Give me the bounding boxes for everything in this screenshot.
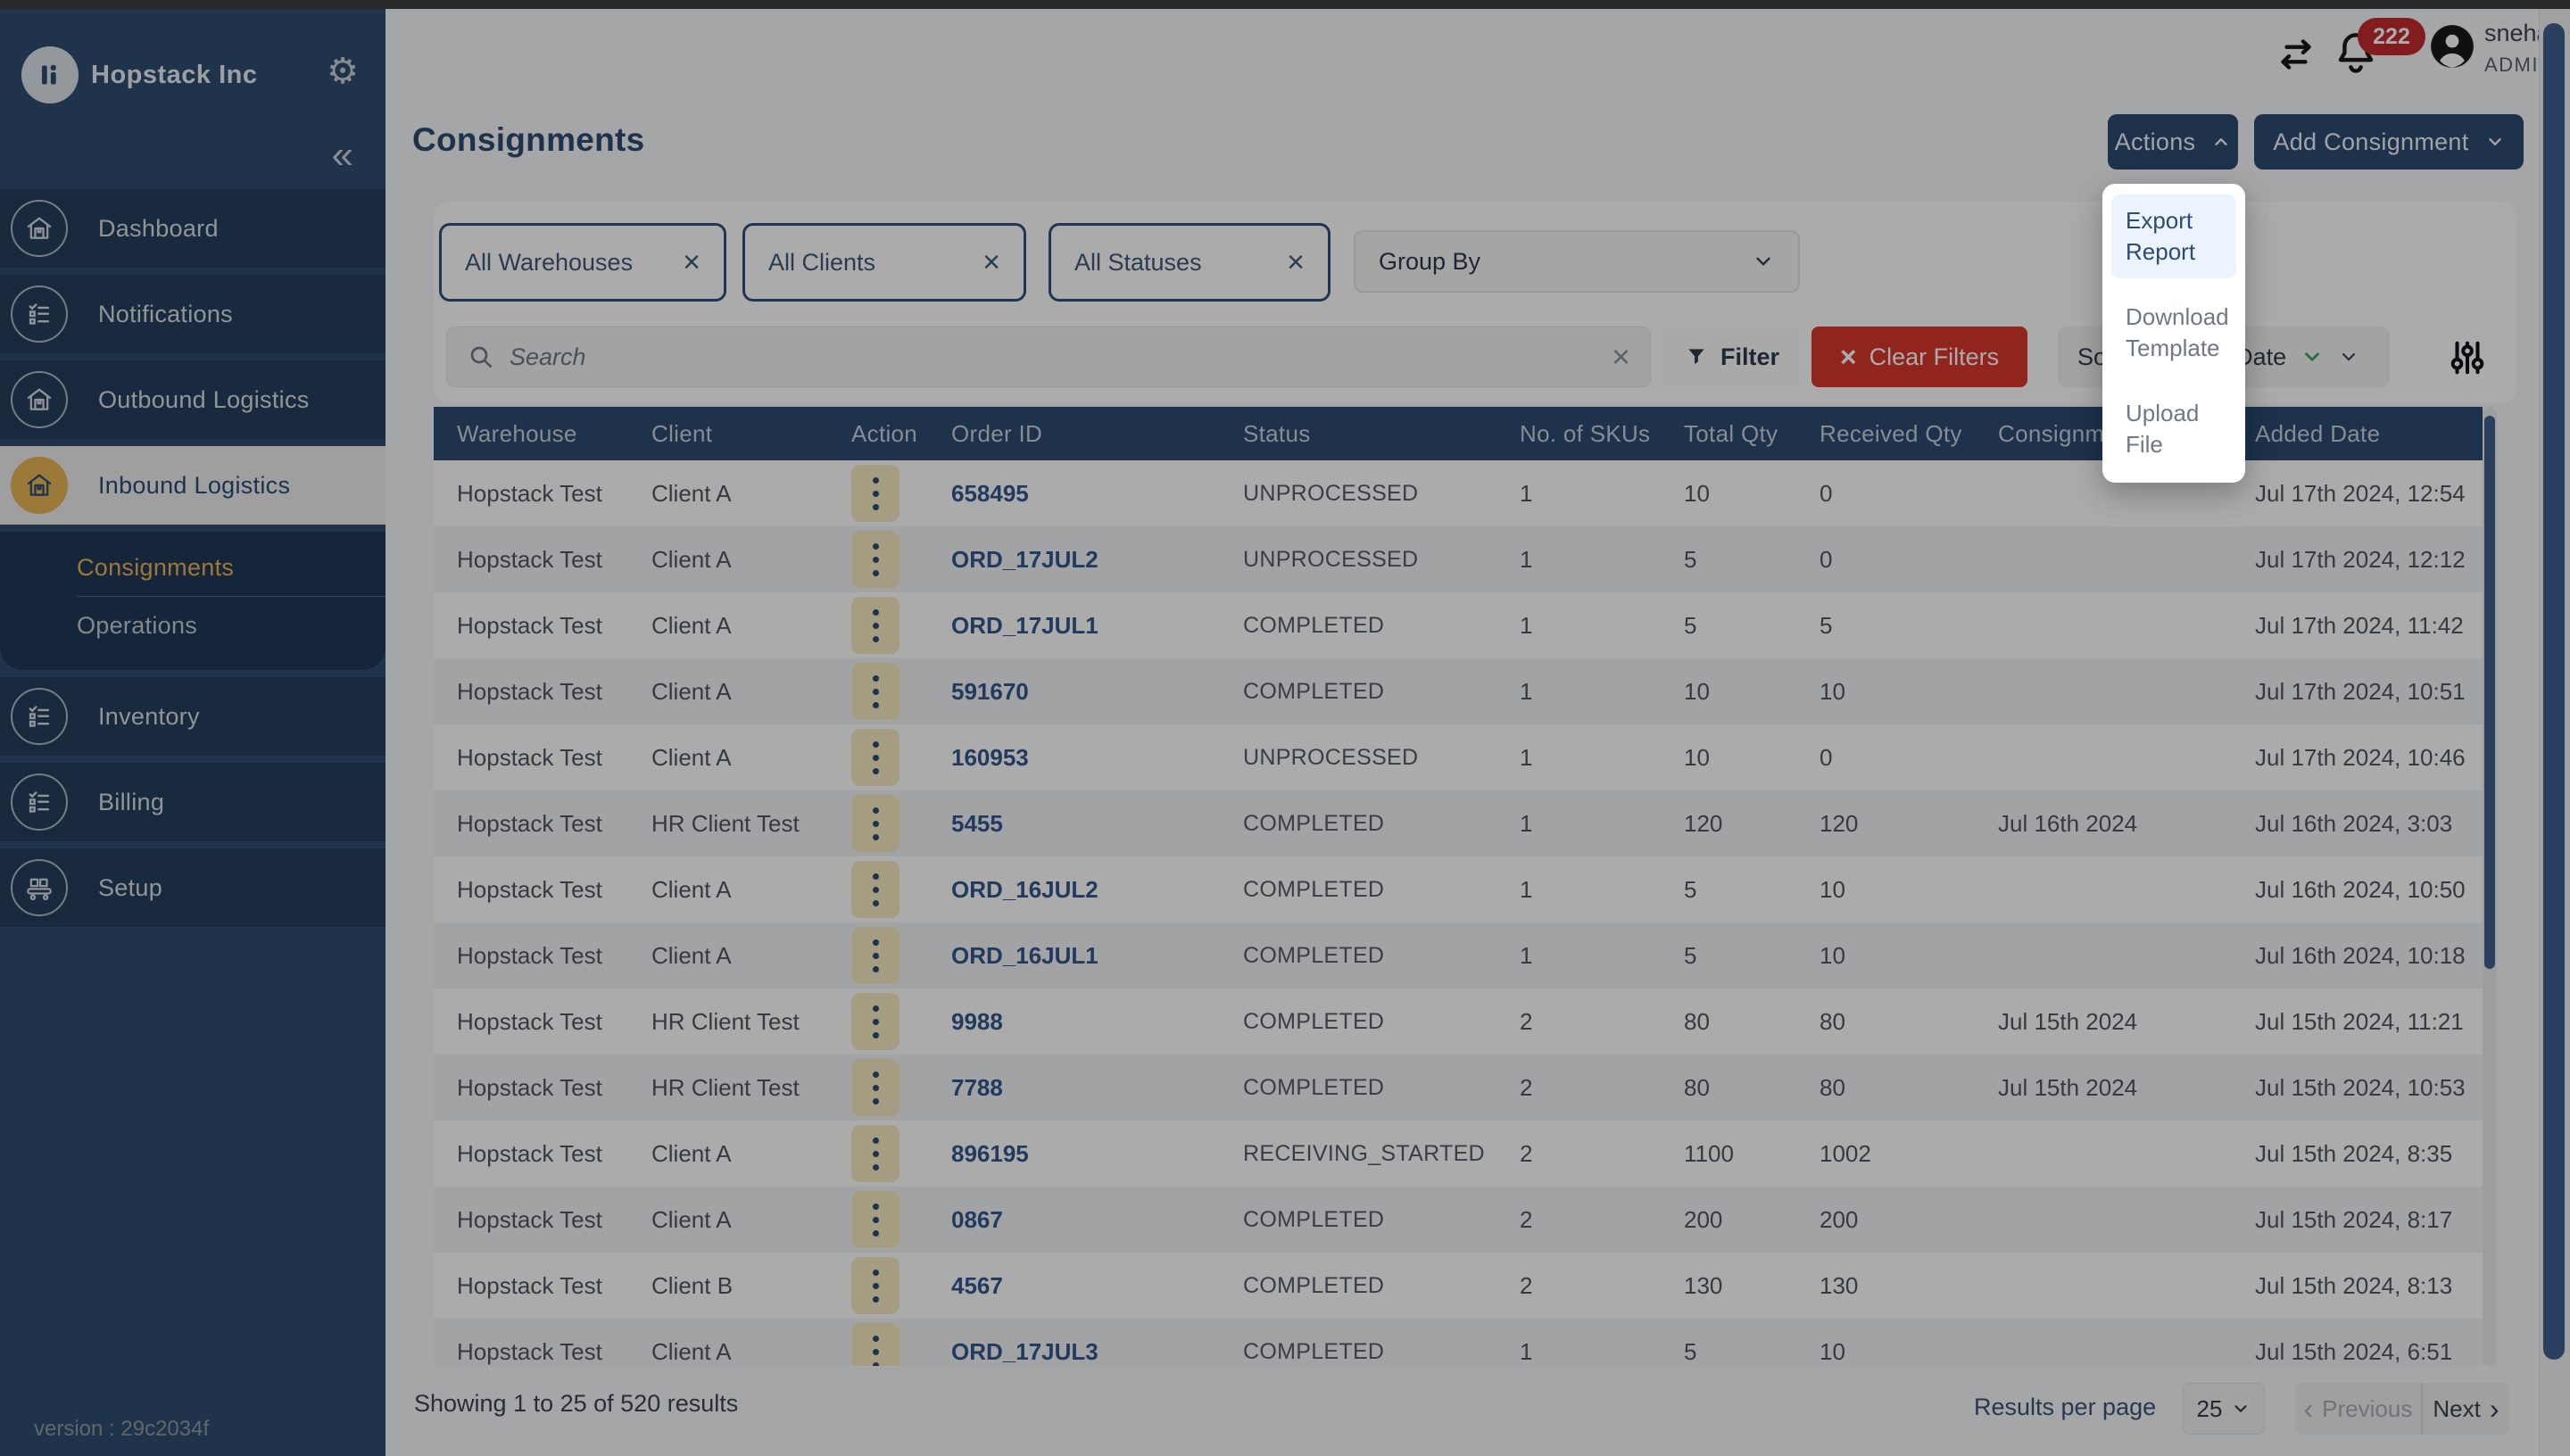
actions-dropdown-menu: Export Report Download Template Upload F… [2102,184,2245,483]
menu-item-download-template[interactable]: Download Template [2111,291,2236,375]
menu-item-export-report[interactable]: Export Report [2111,194,2236,278]
menu-item-upload-file[interactable]: Upload File [2111,387,2236,471]
